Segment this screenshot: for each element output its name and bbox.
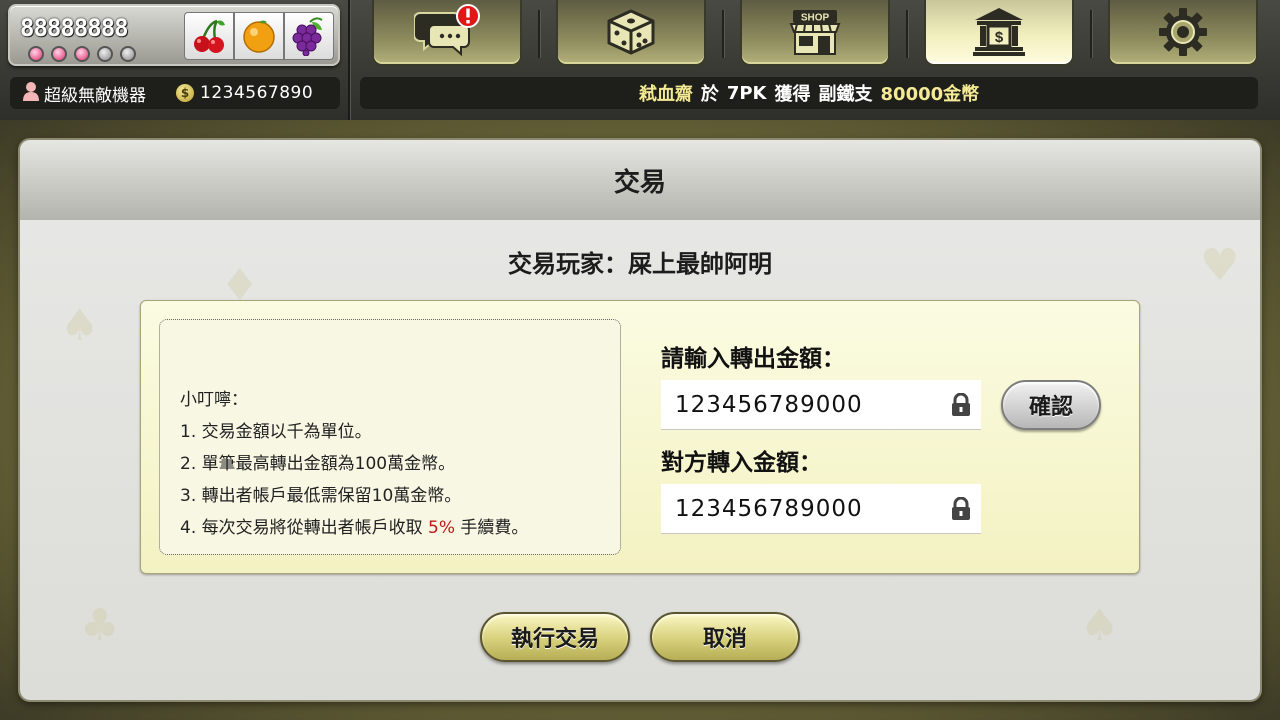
bank-icon: $ <box>973 8 1025 56</box>
ticker-at: 於 <box>700 84 719 105</box>
dice-icon <box>607 9 655 55</box>
club-decor-icon: ♣ <box>80 600 120 651</box>
slot-machine-panel: 88888888 <box>8 4 340 66</box>
slot-light <box>120 46 136 62</box>
winner-ticker: 弒血齋 於 7PK 獲得 副鐵支 80000金幣 <box>360 77 1258 109</box>
nav-settings-button[interactable] <box>1108 0 1258 66</box>
transfer-in-value: 123456789000 <box>675 495 863 522</box>
coin-icon: $ <box>176 84 194 102</box>
game-background: 交易 ♠ ♦ ♥ ♠ ♣ ♣ 交易玩家：屎上最帥阿明 小叮嚀： 1. 交易金額以… <box>0 120 1280 720</box>
tip-line: 3. 轉出者帳戶最低需保留10萬金幣。 <box>180 486 462 506</box>
slot-score: 88888888 <box>20 14 129 42</box>
tip-line: 4. 每次交易將從轉出者帳戶收取 5% 手續費。 <box>180 512 620 544</box>
grapes-icon <box>284 12 334 60</box>
orange-icon <box>234 12 284 60</box>
tip-line: 2. 單筆最高轉出金額為100萬金幣。 <box>180 454 456 474</box>
lock-icon <box>952 393 970 416</box>
divider <box>1090 10 1092 58</box>
execute-trade-button[interactable]: 執行交易 <box>480 612 630 662</box>
tips-box: 小叮嚀： 1. 交易金額以千為單位。 2. 單筆最高轉出金額為100萬金幣。 3… <box>159 319 621 555</box>
ticker-player: 弒血齋 <box>638 84 693 105</box>
username: 超級無敵機器 <box>44 85 146 106</box>
trade-player: 交易玩家：屎上最帥阿明 <box>508 250 772 278</box>
slot-reels <box>184 12 334 60</box>
gear-icon <box>1159 8 1207 56</box>
fee-percent: 5% <box>428 518 456 538</box>
ticker-hand: 副鐵支 <box>818 84 873 105</box>
spade-decor-icon: ♠ <box>1080 600 1120 651</box>
ticker-won: 獲得 <box>774 84 811 105</box>
trade-panel: 小叮嚀： 1. 交易金額以千為單位。 2. 單筆最高轉出金額為100萬金幣。 3… <box>140 300 1140 574</box>
nav-bank-button[interactable]: $ <box>924 0 1074 66</box>
nav-shop-button[interactable]: SHOP <box>740 0 890 66</box>
dialog-title: 交易 <box>613 167 666 198</box>
spade-decor-icon: ♠ <box>60 300 100 351</box>
transfer-out-field[interactable]: 123456789000 <box>661 380 981 430</box>
transfer-out-value: 123456789000 <box>675 391 863 418</box>
divider <box>538 10 540 58</box>
svg-text:SHOP: SHOP <box>801 13 830 24</box>
transfer-in-field: 123456789000 <box>661 484 981 534</box>
cancel-button[interactable]: 取消 <box>650 612 800 662</box>
divider <box>906 10 908 58</box>
confirm-button[interactable]: 確認 <box>1001 380 1101 430</box>
tip-text: 手續費。 <box>455 518 529 538</box>
slot-light <box>28 46 44 62</box>
lock-icon <box>952 497 970 520</box>
user-info-bar: 超級無敵機器 $ 1234567890 <box>10 77 340 109</box>
user-balance: 1234567890 <box>200 83 314 103</box>
top-bar: 88888888 超級無敵機器 $ 1234567890 SHOP $ 弒血齋 … <box>0 0 1280 120</box>
tip-line: 1. 交易金額以千為單位。 <box>180 422 372 442</box>
slot-lights <box>28 46 136 62</box>
divider <box>722 10 724 58</box>
trade-dialog: 交易 ♠ ♦ ♥ ♠ ♣ ♣ 交易玩家：屎上最帥阿明 小叮嚀： 1. 交易金額以… <box>20 140 1260 700</box>
slot-light <box>51 46 67 62</box>
tip-text: 4. 每次交易將從轉出者帳戶收取 <box>180 518 429 538</box>
chat-icon <box>414 4 480 57</box>
ticker-amount: 80000金幣 <box>880 84 980 105</box>
cherry-icon <box>184 12 234 60</box>
transfer-out-label: 請輸入轉出金額： <box>661 346 845 372</box>
tips-title: 小叮嚀： <box>180 390 248 410</box>
dialog-header: 交易 <box>20 140 1260 220</box>
transfer-in-label: 對方轉入金額： <box>661 450 822 476</box>
user-icon <box>22 81 40 106</box>
divider <box>348 0 350 120</box>
shop-icon: SHOP <box>789 10 841 55</box>
slot-light <box>97 46 113 62</box>
svg-text:$: $ <box>995 29 1004 46</box>
nav-chat-button[interactable] <box>372 0 522 66</box>
ticker-game: 7PK <box>726 82 767 104</box>
slot-light <box>74 46 90 62</box>
nav-dice-button[interactable] <box>556 0 706 66</box>
